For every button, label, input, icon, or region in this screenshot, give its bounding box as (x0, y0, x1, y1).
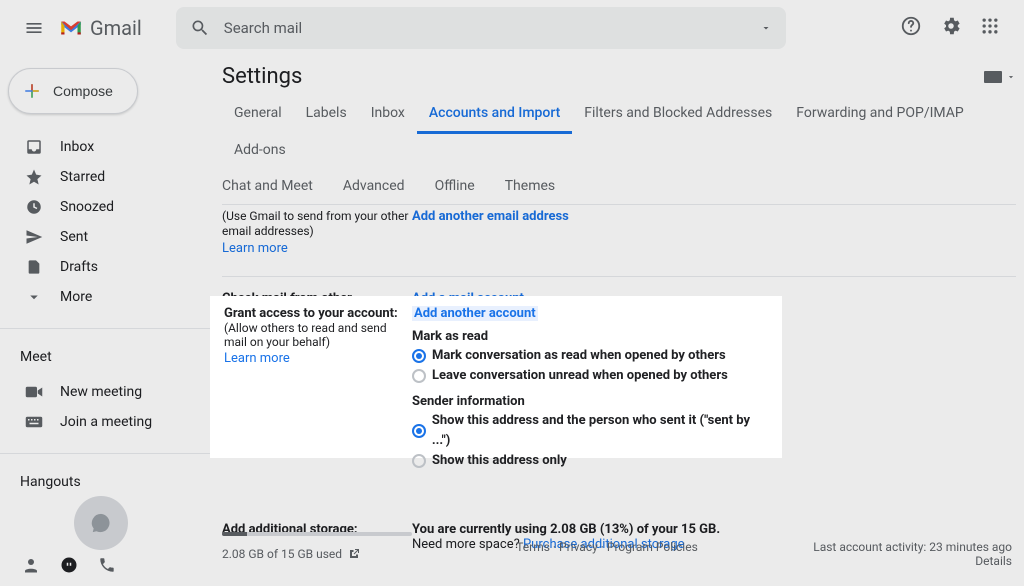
search-bar[interactable]: Search mail (176, 7, 786, 49)
sidebar-item-starred[interactable]: Starred (0, 162, 210, 192)
hangouts-avatar[interactable] (74, 496, 128, 550)
storage-text: 2.08 GB of 15 GB used (222, 547, 342, 561)
apps-icon[interactable] (980, 16, 1000, 40)
sender-option-show-both[interactable]: Show this address and the person who sen… (412, 411, 768, 451)
tab-forwarding[interactable]: Forwarding and POP/IMAP (784, 97, 975, 134)
grant-access-learn-more[interactable]: Learn more (224, 351, 412, 366)
mark-as-read-heading: Mark as read (412, 329, 768, 344)
add-another-account-link[interactable]: Add another account (412, 306, 538, 321)
search-dropdown-icon[interactable] (760, 22, 772, 34)
menu-icon[interactable] (12, 18, 56, 38)
hangouts-icon[interactable] (60, 556, 78, 578)
tab-addons[interactable]: Add-ons (222, 134, 298, 168)
sender-info-heading: Sender information (412, 394, 768, 409)
sender-option-address-only[interactable]: Show this address only (412, 451, 768, 471)
tab-inbox[interactable]: Inbox (359, 97, 417, 134)
footer-terms[interactable]: Terms (516, 540, 550, 554)
add-email-link[interactable]: Add another email address (412, 209, 569, 224)
inbox-icon (24, 138, 44, 156)
grant-access-hint: (Allow others to read and send mail on y… (224, 321, 412, 349)
sidebar-item-sent[interactable]: Sent (0, 222, 210, 252)
storage-bar (222, 532, 412, 536)
footer-details[interactable]: Details (975, 554, 1012, 568)
radio-icon (412, 424, 426, 438)
hangouts-section-label: Hangouts (0, 464, 210, 496)
tab-labels[interactable]: Labels (294, 97, 359, 134)
tab-general[interactable]: General (222, 97, 294, 134)
radio-icon (412, 454, 426, 468)
chevron-down-icon (24, 288, 44, 306)
star-icon (24, 168, 44, 186)
clock-icon (24, 198, 44, 216)
sidebar-item-inbox[interactable]: Inbox (0, 132, 210, 162)
send-icon (24, 228, 44, 246)
radio-icon (412, 369, 426, 383)
gear-icon[interactable] (940, 15, 962, 41)
help-icon[interactable] (900, 15, 922, 41)
tab-accounts-import[interactable]: Accounts and Import (417, 97, 572, 134)
footer-activity: Last account activity: 23 minutes ago (732, 540, 1012, 554)
contacts-icon[interactable] (22, 556, 40, 578)
footer: 2.08 GB of 15 GB used Terms · Privacy · … (222, 532, 1012, 582)
sidebar-item-snoozed[interactable]: Snoozed (0, 192, 210, 222)
meet-section-label: Meet (0, 339, 210, 371)
search-placeholder: Search mail (224, 19, 760, 37)
compose-button[interactable]: Compose (8, 68, 138, 114)
tab-offline[interactable]: Offline (435, 170, 487, 204)
tab-filters[interactable]: Filters and Blocked Addresses (572, 97, 784, 134)
keyboard-icon (24, 416, 44, 428)
phone-icon[interactable] (98, 556, 116, 578)
header: Gmail Search mail (0, 0, 1024, 56)
sidebar-item-join-meeting[interactable]: Join a meeting (0, 407, 210, 437)
sidebar-item-drafts[interactable]: Drafts (0, 252, 210, 282)
nav-list: Inbox Starred Snoozed Sent Drafts More (0, 126, 210, 318)
draft-icon (24, 258, 44, 276)
plus-icon (23, 82, 41, 100)
compose-label: Compose (53, 83, 113, 99)
mark-option-unread[interactable]: Leave conversation unread when opened by… (412, 366, 768, 386)
footer-privacy[interactable]: Privacy (559, 540, 598, 554)
tab-chat-meet[interactable]: Chat and Meet (222, 170, 325, 204)
video-icon (24, 385, 44, 399)
tab-themes[interactable]: Themes (505, 170, 567, 204)
gmail-logo[interactable]: Gmail (58, 16, 142, 40)
sidebar-item-new-meeting[interactable]: New meeting (0, 377, 210, 407)
page-title: Settings (222, 64, 302, 89)
open-new-icon[interactable] (348, 548, 360, 560)
app-name: Gmail (90, 16, 142, 40)
grant-access-section: Grant access to your account: (Allow oth… (210, 296, 782, 458)
search-icon (190, 18, 210, 38)
input-tools-icon[interactable] (984, 71, 1002, 83)
mark-option-read[interactable]: Mark conversation as read when opened by… (412, 346, 768, 366)
tab-advanced[interactable]: Advanced (343, 170, 417, 204)
send-as-learn-more[interactable]: Learn more (222, 241, 412, 256)
send-as-hint: (Use Gmail to send from your other email… (222, 209, 408, 238)
radio-icon (412, 349, 426, 363)
sidebar-item-more[interactable]: More (0, 282, 210, 312)
grant-access-title: Grant access to your account: (224, 306, 398, 321)
footer-policies[interactable]: Program Policies (607, 540, 698, 554)
chevron-down-icon[interactable] (1006, 72, 1016, 82)
settings-tabs: General Labels Inbox Accounts and Import… (222, 97, 1016, 170)
